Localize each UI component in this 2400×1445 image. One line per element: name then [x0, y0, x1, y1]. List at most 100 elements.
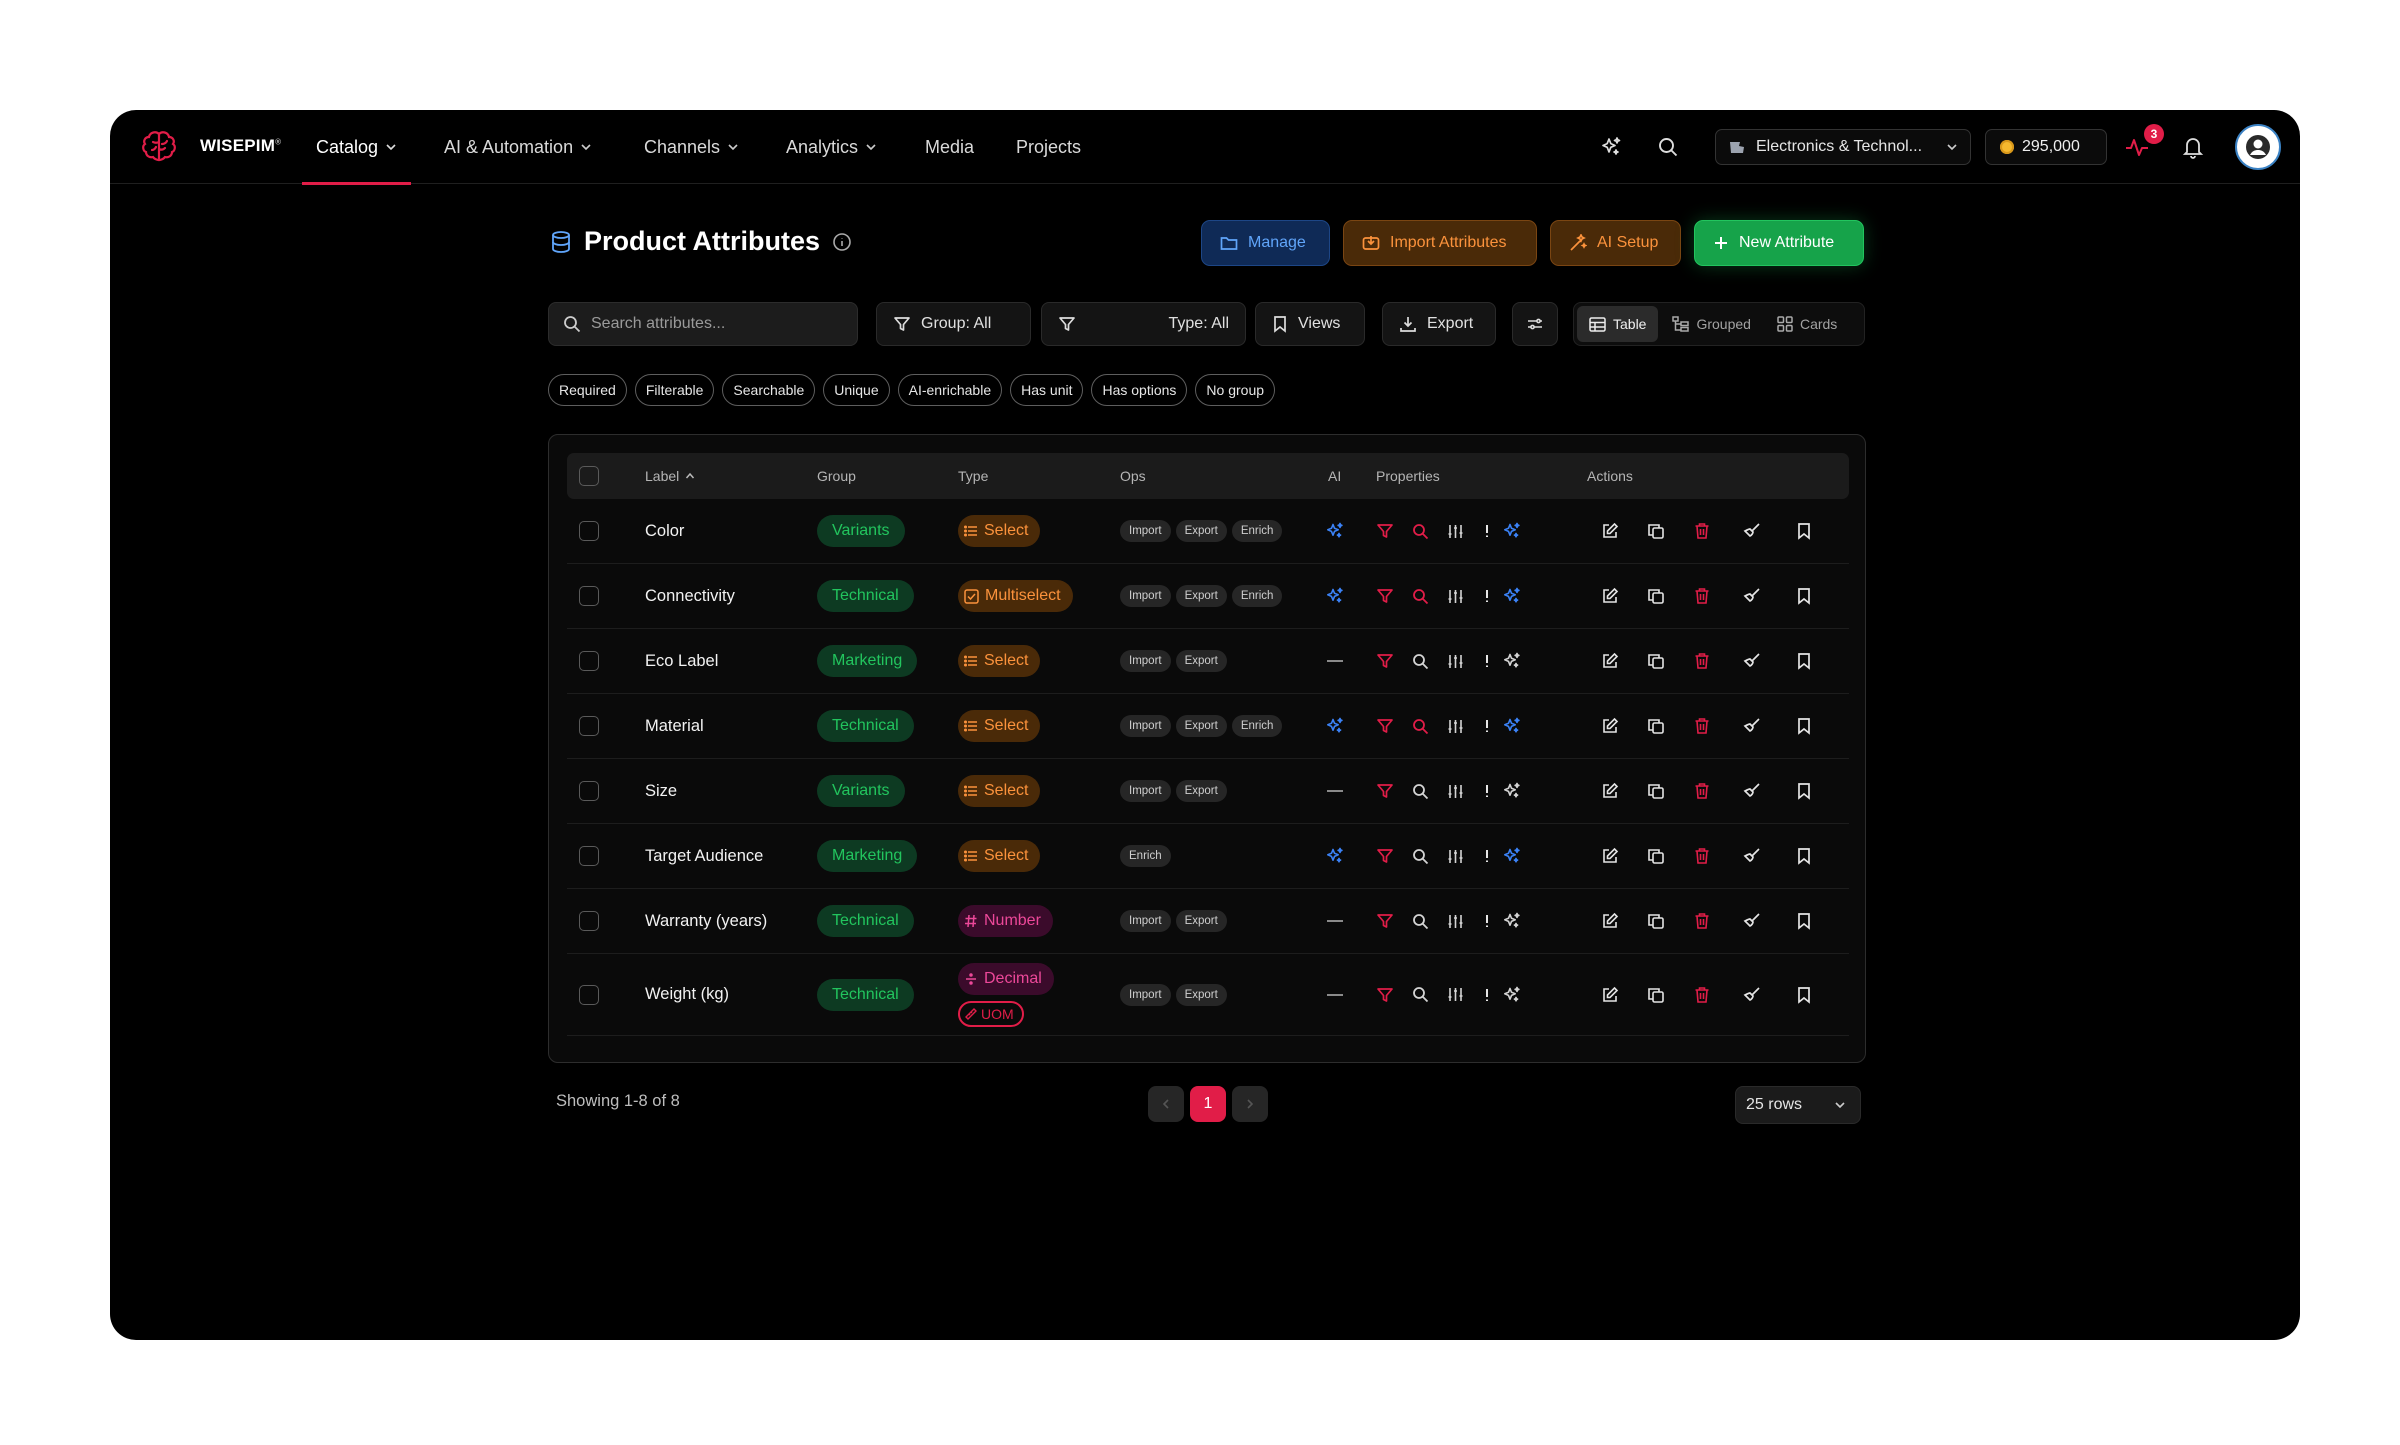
table-row[interactable]: Color Variants Select Import Export Enrich: [567, 499, 1849, 564]
chip-filterable[interactable]: Filterable: [634, 374, 715, 406]
searchable-icon[interactable]: [1405, 581, 1435, 611]
filterable-icon[interactable]: [1370, 646, 1400, 676]
delete-icon[interactable]: [1687, 581, 1717, 611]
chip-has-options[interactable]: Has options: [1091, 374, 1188, 406]
column-label[interactable]: Label: [645, 453, 695, 499]
clean-broom-icon[interactable]: [1737, 776, 1767, 806]
manage-button[interactable]: Manage: [1201, 220, 1330, 266]
delete-icon[interactable]: [1687, 841, 1717, 871]
nav-catalog[interactable]: Catalog: [301, 110, 412, 185]
new-attribute-button[interactable]: New Attribute: [1694, 220, 1864, 266]
bookmark-icon[interactable]: [1789, 581, 1819, 611]
edit-icon[interactable]: [1595, 980, 1625, 1010]
searchable-icon[interactable]: [1405, 776, 1435, 806]
filterable-icon[interactable]: [1370, 581, 1400, 611]
nav-ai-automation[interactable]: AI & Automation: [444, 110, 592, 184]
edit-icon[interactable]: [1595, 516, 1625, 546]
chip-ai-enrichable[interactable]: AI-enrichable: [897, 374, 1003, 406]
ai-setup-button[interactable]: AI Setup: [1550, 220, 1681, 266]
clean-broom-icon[interactable]: [1737, 841, 1767, 871]
bookmark-icon[interactable]: [1789, 776, 1819, 806]
searchable-icon[interactable]: [1405, 980, 1435, 1010]
duplicate-icon[interactable]: [1641, 711, 1671, 741]
ai-sparkle-icon[interactable]: [1596, 132, 1626, 162]
workspace-selector[interactable]: Electronics & Technol...: [1715, 129, 1971, 165]
duplicate-icon[interactable]: [1641, 581, 1671, 611]
nav-channels[interactable]: Channels: [644, 110, 739, 184]
views-button[interactable]: Views: [1255, 302, 1365, 346]
variant-sliders-icon[interactable]: [1440, 980, 1470, 1010]
ai-enrichable-icon[interactable]: [1497, 980, 1527, 1010]
clean-broom-icon[interactable]: [1737, 980, 1767, 1010]
edit-icon[interactable]: [1595, 581, 1625, 611]
clean-broom-icon[interactable]: [1737, 906, 1767, 936]
edit-icon[interactable]: [1595, 841, 1625, 871]
searchable-icon[interactable]: [1405, 906, 1435, 936]
edit-icon[interactable]: [1595, 646, 1625, 676]
chip-required[interactable]: Required: [548, 374, 627, 406]
edit-icon[interactable]: [1595, 776, 1625, 806]
delete-icon[interactable]: [1687, 516, 1717, 546]
search-icon[interactable]: [1653, 132, 1683, 162]
ai-enrichable-icon[interactable]: [1497, 646, 1527, 676]
search-box[interactable]: [548, 302, 858, 346]
table-row[interactable]: Weight (kg) Technical Decimal UOM Import…: [567, 954, 1849, 1036]
filterable-icon[interactable]: [1370, 906, 1400, 936]
next-page-button[interactable]: [1232, 1086, 1268, 1122]
ai-enrichable-icon[interactable]: [1497, 841, 1527, 871]
duplicate-icon[interactable]: [1641, 776, 1671, 806]
nav-analytics[interactable]: Analytics: [786, 110, 877, 184]
variant-sliders-icon[interactable]: [1440, 711, 1470, 741]
view-table-tab[interactable]: Table: [1577, 306, 1659, 342]
filterable-icon[interactable]: [1370, 841, 1400, 871]
clean-broom-icon[interactable]: [1737, 711, 1767, 741]
bookmark-icon[interactable]: [1789, 646, 1819, 676]
bookmark-icon[interactable]: [1789, 980, 1819, 1010]
table-row[interactable]: Target Audience Marketing Select Enrich: [567, 824, 1849, 889]
export-button[interactable]: Export: [1382, 302, 1496, 346]
clean-broom-icon[interactable]: [1737, 646, 1767, 676]
select-all-checkbox[interactable]: [579, 453, 599, 499]
duplicate-icon[interactable]: [1641, 841, 1671, 871]
ai-enrichable-icon[interactable]: [1497, 776, 1527, 806]
rows-per-page-select[interactable]: 25 rows: [1735, 1086, 1861, 1124]
filterable-icon[interactable]: [1370, 776, 1400, 806]
variant-sliders-icon[interactable]: [1440, 581, 1470, 611]
variant-sliders-icon[interactable]: [1440, 516, 1470, 546]
bookmark-icon[interactable]: [1789, 516, 1819, 546]
chip-no-group[interactable]: No group: [1195, 374, 1276, 406]
prev-page-button[interactable]: [1148, 1086, 1184, 1122]
delete-icon[interactable]: [1687, 906, 1717, 936]
nav-projects[interactable]: Projects: [1016, 110, 1081, 184]
table-row[interactable]: Warranty (years) Technical Number Import…: [567, 889, 1849, 954]
filterable-icon[interactable]: [1370, 711, 1400, 741]
delete-icon[interactable]: [1687, 646, 1717, 676]
nav-media[interactable]: Media: [925, 110, 974, 184]
table-row[interactable]: Size Variants Select Import Export: [567, 759, 1849, 824]
type-filter-button[interactable]: Type: All: [1041, 302, 1246, 346]
ai-enrichable-icon[interactable]: [1497, 516, 1527, 546]
duplicate-icon[interactable]: [1641, 906, 1671, 936]
brain-logo-icon[interactable]: [138, 127, 180, 169]
filterable-icon[interactable]: [1370, 516, 1400, 546]
import-attributes-button[interactable]: Import Attributes: [1343, 220, 1537, 266]
column-settings-button[interactable]: [1512, 302, 1558, 346]
chip-has-unit[interactable]: Has unit: [1010, 374, 1084, 406]
delete-icon[interactable]: [1687, 711, 1717, 741]
searchable-icon[interactable]: [1405, 516, 1435, 546]
variant-sliders-icon[interactable]: [1440, 841, 1470, 871]
duplicate-icon[interactable]: [1641, 980, 1671, 1010]
view-cards-tab[interactable]: Cards: [1765, 306, 1849, 342]
duplicate-icon[interactable]: [1641, 516, 1671, 546]
variant-sliders-icon[interactable]: [1440, 906, 1470, 936]
ai-enrichable-icon[interactable]: [1497, 906, 1527, 936]
chip-searchable[interactable]: Searchable: [722, 374, 816, 406]
filterable-icon[interactable]: [1370, 980, 1400, 1010]
view-grouped-tab[interactable]: Grouped: [1660, 306, 1762, 342]
clean-broom-icon[interactable]: [1737, 516, 1767, 546]
bookmark-icon[interactable]: [1789, 906, 1819, 936]
edit-icon[interactable]: [1595, 906, 1625, 936]
searchable-icon[interactable]: [1405, 711, 1435, 741]
variant-sliders-icon[interactable]: [1440, 776, 1470, 806]
chip-unique[interactable]: Unique: [823, 374, 890, 406]
